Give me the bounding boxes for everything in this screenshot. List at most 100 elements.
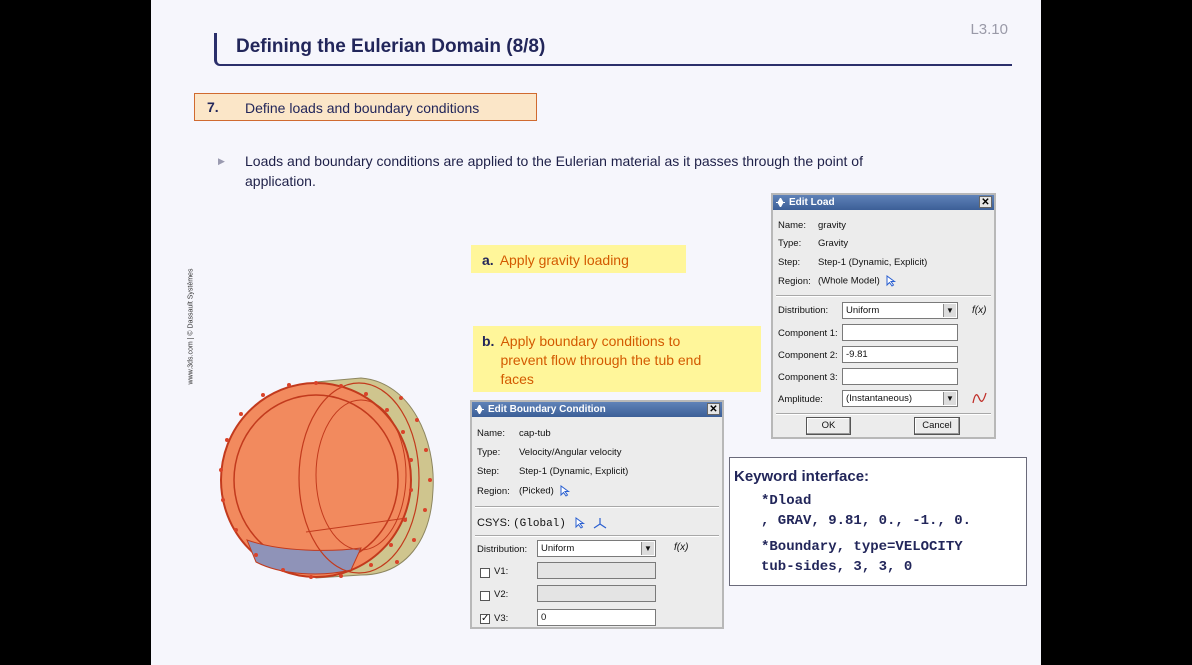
edit-bc-titlebar[interactable]: Edit Boundary Condition ✕ xyxy=(472,402,722,417)
type-value: Gravity xyxy=(818,238,849,249)
close-icon[interactable]: ✕ xyxy=(979,196,992,208)
bc-distribution-label: Distribution: xyxy=(477,544,528,555)
ok-button[interactable]: OK xyxy=(806,417,851,435)
close-icon[interactable]: ✕ xyxy=(707,403,720,415)
separator xyxy=(475,535,719,537)
separator xyxy=(776,295,991,297)
callout-gravity: a. Apply gravity loading xyxy=(471,245,686,273)
separator xyxy=(475,506,719,508)
v3-checkbox[interactable]: ✓ xyxy=(480,614,490,624)
cancel-button[interactable]: Cancel xyxy=(914,417,960,435)
callout-b-label: b. xyxy=(482,333,495,349)
amplitude-label: Amplitude: xyxy=(778,394,823,405)
name-row: Name: gravity xyxy=(778,220,846,231)
bc-name-label: Name: xyxy=(477,428,505,439)
callout-a-label: a. xyxy=(482,252,494,268)
step-label: Step: xyxy=(778,257,801,268)
component3-label: Component 3: xyxy=(778,372,838,383)
fx-button[interactable]: f(x) xyxy=(972,305,986,316)
separator xyxy=(776,413,991,415)
keyword-title: Keyword interface: xyxy=(734,468,870,485)
edit-bc-dialog: Edit Boundary Condition ✕ Name: cap-tub T… xyxy=(470,400,724,629)
bullet-triangle-icon: ▶ xyxy=(218,156,225,166)
region-value: (Whole Model) xyxy=(818,275,880,287)
name-label: Name: xyxy=(778,220,806,231)
bc-distribution-value: Uniform xyxy=(541,543,575,554)
bc-step-label: Step: xyxy=(477,466,500,477)
callout-boundary: b. Apply boundary conditions to prevent … xyxy=(473,326,761,392)
arrow-pointer-icon[interactable] xyxy=(886,275,897,287)
keyword-line-3: *Boundary, type=VELOCITY xyxy=(761,539,963,555)
dropdown-arrow-icon[interactable]: ▼ xyxy=(943,304,956,317)
callout-b-line-2: prevent flow through the tub end xyxy=(500,352,702,368)
amplitude-value: (Instantaneous) xyxy=(846,393,913,404)
callout-a-text: Apply gravity loading xyxy=(499,252,629,268)
edit-load-titlebar[interactable]: Edit Load ✕ xyxy=(773,195,994,210)
name-value: gravity xyxy=(818,220,846,231)
dropdown-arrow-icon[interactable]: ▼ xyxy=(641,542,654,555)
csys-value: (Global) xyxy=(513,518,566,530)
type-label: Type: xyxy=(778,238,802,249)
bc-type-label: Type: xyxy=(477,447,501,458)
edit-load-title: Edit Load xyxy=(789,197,835,208)
v3-label: V3: xyxy=(494,613,509,624)
amplitude-select[interactable]: (Instantaneous) ▼ xyxy=(842,390,958,407)
bc-name-value: cap-tub xyxy=(519,428,551,439)
bc-type-value: Velocity/Angular velocity xyxy=(519,447,622,458)
app-icon xyxy=(776,198,785,207)
csys-label: CSYS: xyxy=(477,517,511,529)
distribution-select[interactable]: Uniform ▼ xyxy=(842,302,958,319)
keyword-line-4: tub-sides, 3, 3, 0 xyxy=(761,559,913,575)
v3-field[interactable]: 0 xyxy=(537,609,656,626)
bc-step-value: Step-1 (Dynamic, Explicit) xyxy=(519,466,629,477)
step-value: Step-1 (Dynamic, Explicit) xyxy=(818,257,928,268)
region-row: Region: (Whole Model) xyxy=(778,275,897,287)
keyword-line-1: *Dload xyxy=(761,493,812,509)
slide: L3.10 Defining the Eulerian Domain (8/8)… xyxy=(151,0,1041,665)
distribution-label: Distribution: xyxy=(778,305,829,316)
amplitude-curve-icon[interactable] xyxy=(972,391,988,405)
v2-label: V2: xyxy=(494,589,509,600)
bc-region-row: Region: (Picked) xyxy=(477,485,571,497)
step-text: Define loads and boundary conditions xyxy=(245,100,480,116)
bc-type-row: Type: Velocity/Angular velocity xyxy=(477,447,621,458)
v2-checkbox[interactable] xyxy=(480,591,490,601)
component2-field[interactable]: -9.81 xyxy=(842,346,958,363)
component2-label: Component 2: xyxy=(778,350,838,361)
bullet-text: Loads and boundary conditions are applie… xyxy=(245,151,965,191)
arrow-pointer-icon[interactable] xyxy=(575,517,586,529)
edit-load-dialog: Edit Load ✕ Name: gravity Type: Gravity St… xyxy=(771,193,996,439)
bc-fx-button[interactable]: f(x) xyxy=(674,542,688,553)
keyword-line-2: , GRAV, 9.81, 0., -1., 0. xyxy=(761,513,972,529)
csys-triad-icon[interactable] xyxy=(593,517,607,529)
component1-field[interactable] xyxy=(842,324,958,341)
app-icon xyxy=(475,405,484,414)
component1-label: Component 1: xyxy=(778,328,838,339)
keyword-interface-box: Keyword interface: *Dload , GRAV, 9.81, … xyxy=(729,457,1027,586)
dropdown-arrow-icon[interactable]: ▼ xyxy=(943,392,956,405)
slide-title: Defining the Eulerian Domain (8/8) xyxy=(236,36,546,57)
side-credit: www.3ds.com | © Dassault Systèmes xyxy=(187,268,195,385)
callout-b-line-3: faces xyxy=(500,371,534,387)
v1-field[interactable] xyxy=(537,562,656,579)
bc-distribution-select[interactable]: Uniform ▼ xyxy=(537,540,656,557)
bc-name-row: Name: cap-tub xyxy=(477,428,551,439)
callout-b-line-1: Apply boundary conditions to xyxy=(500,333,681,349)
edit-bc-title: Edit Boundary Condition xyxy=(488,404,606,415)
v2-field[interactable] xyxy=(537,585,656,602)
arrow-pointer-icon[interactable] xyxy=(560,485,571,497)
csys-row: CSYS: (Global) xyxy=(477,517,607,530)
bc-step-row: Step: Step-1 (Dynamic, Explicit) xyxy=(477,466,628,477)
tub-model-image xyxy=(219,377,434,579)
v1-checkbox[interactable] xyxy=(480,568,490,578)
step-row: Step: Step-1 (Dynamic, Explicit) xyxy=(778,257,927,268)
bc-region-value: (Picked) xyxy=(519,485,554,497)
type-row: Type: Gravity xyxy=(778,238,848,249)
bc-region-label: Region: xyxy=(477,485,510,497)
v1-label: V1: xyxy=(494,566,509,577)
step-box: 7. Define loads and boundary conditions xyxy=(194,93,537,121)
bullet-line-2: application. xyxy=(245,173,316,189)
callout-b-text: Apply boundary conditions to prevent flo… xyxy=(500,332,701,392)
component3-field[interactable] xyxy=(842,368,958,385)
distribution-value: Uniform xyxy=(846,305,880,316)
